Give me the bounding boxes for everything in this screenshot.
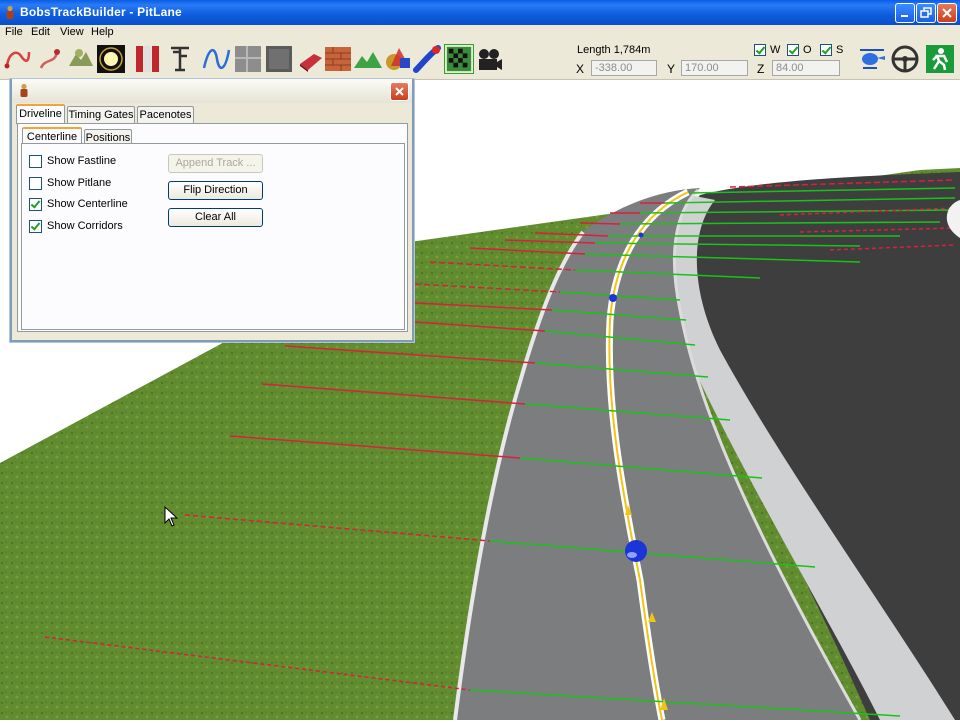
tube-icon[interactable] [412,44,442,74]
driveline-node-highlight [627,552,637,558]
shapes-icon[interactable] [383,44,413,74]
show-centerline-label[interactable]: Show Centerline [47,198,128,210]
append-track-button[interactable]: Append Track ... [168,154,263,173]
brick-icon[interactable] [323,44,353,74]
driveline-dialog: Driveline Timing Gates Pacenotes Centerl… [10,79,414,342]
z-label: Z [757,62,765,76]
tab-driveline[interactable]: Driveline [16,104,65,124]
barrier-icon[interactable] [132,44,162,74]
menu-view[interactable]: View [60,26,84,38]
show-corridors-checkbox[interactable] [29,220,42,233]
dialog-app-icon [20,83,28,97]
menu-bar: File Edit View Help [0,25,960,41]
helicopter-icon[interactable] [857,44,887,74]
show-fastline-label[interactable]: Show Fastline [47,155,116,167]
show-corridors-label[interactable]: Show Corridors [47,220,123,232]
terrain-icon[interactable] [66,44,96,74]
window-title: BobsTrackBuilder - PitLane [20,5,182,19]
s-toggle-checkbox[interactable] [820,44,832,56]
light-icon[interactable] [96,44,126,74]
o-toggle-checkbox[interactable] [787,44,799,56]
menu-file[interactable]: File [5,26,23,38]
centerline-subpanel: Show Fastline Show Pitlane Show Centerli… [21,143,405,330]
dialog-title-bar[interactable] [12,79,412,103]
track-length-label: Length 1,784m [577,44,651,56]
close-icon [395,87,404,96]
x-label: X [576,62,585,76]
crane-icon[interactable] [165,44,195,74]
close-icon [942,8,952,18]
flip-direction-button[interactable]: Flip Direction [168,181,263,200]
w-toggle-checkbox[interactable] [754,44,766,56]
y-label: Y [667,62,676,76]
spline-icon[interactable] [201,44,231,74]
tab-timing-gates[interactable]: Timing Gates [67,106,135,124]
title-bar: BobsTrackBuilder - PitLane [0,0,960,25]
object-icon[interactable] [296,44,326,74]
close-button[interactable] [937,3,957,23]
dialog-close-button[interactable] [390,82,409,101]
menu-edit[interactable]: Edit [31,26,50,38]
restore-icon [920,7,932,18]
show-pitlane-label[interactable]: Show Pitlane [47,177,111,189]
z-field[interactable] [772,60,840,76]
y-field[interactable] [681,60,748,76]
show-pitlane-checkbox[interactable] [29,177,42,190]
minimize-button[interactable] [895,3,915,23]
camera-icon[interactable] [474,44,504,74]
tab-pacenotes[interactable]: Pacenotes [137,106,194,124]
clear-all-button[interactable]: Clear All [168,208,263,227]
restore-button[interactable] [916,3,936,23]
driveline-node[interactable] [625,540,647,562]
texture-icon[interactable] [233,44,263,74]
minimize-icon [901,15,908,17]
checkered-flag-icon[interactable] [444,44,474,74]
steering-wheel-icon[interactable] [890,44,920,74]
w-toggle-label: W [770,44,781,56]
show-fastline-checkbox[interactable] [29,155,42,168]
app-icon [6,5,14,19]
toolbar: Length 1,784m X Y Z W O S [0,41,960,80]
x-field[interactable] [591,60,657,76]
corridor-left [579,222,621,225]
menu-help[interactable]: Help [91,26,114,38]
s-toggle-label: S [836,44,844,56]
driveline-node[interactable] [638,232,644,238]
path-tool-icon[interactable] [35,44,65,74]
wall-icon[interactable] [264,44,294,74]
exit-icon[interactable] [925,44,955,74]
curve-tool-icon[interactable] [3,44,33,74]
mountain-icon[interactable] [353,44,383,74]
show-centerline-checkbox[interactable] [29,198,42,211]
o-toggle-label: O [803,44,812,56]
driveline-node[interactable] [609,294,617,302]
